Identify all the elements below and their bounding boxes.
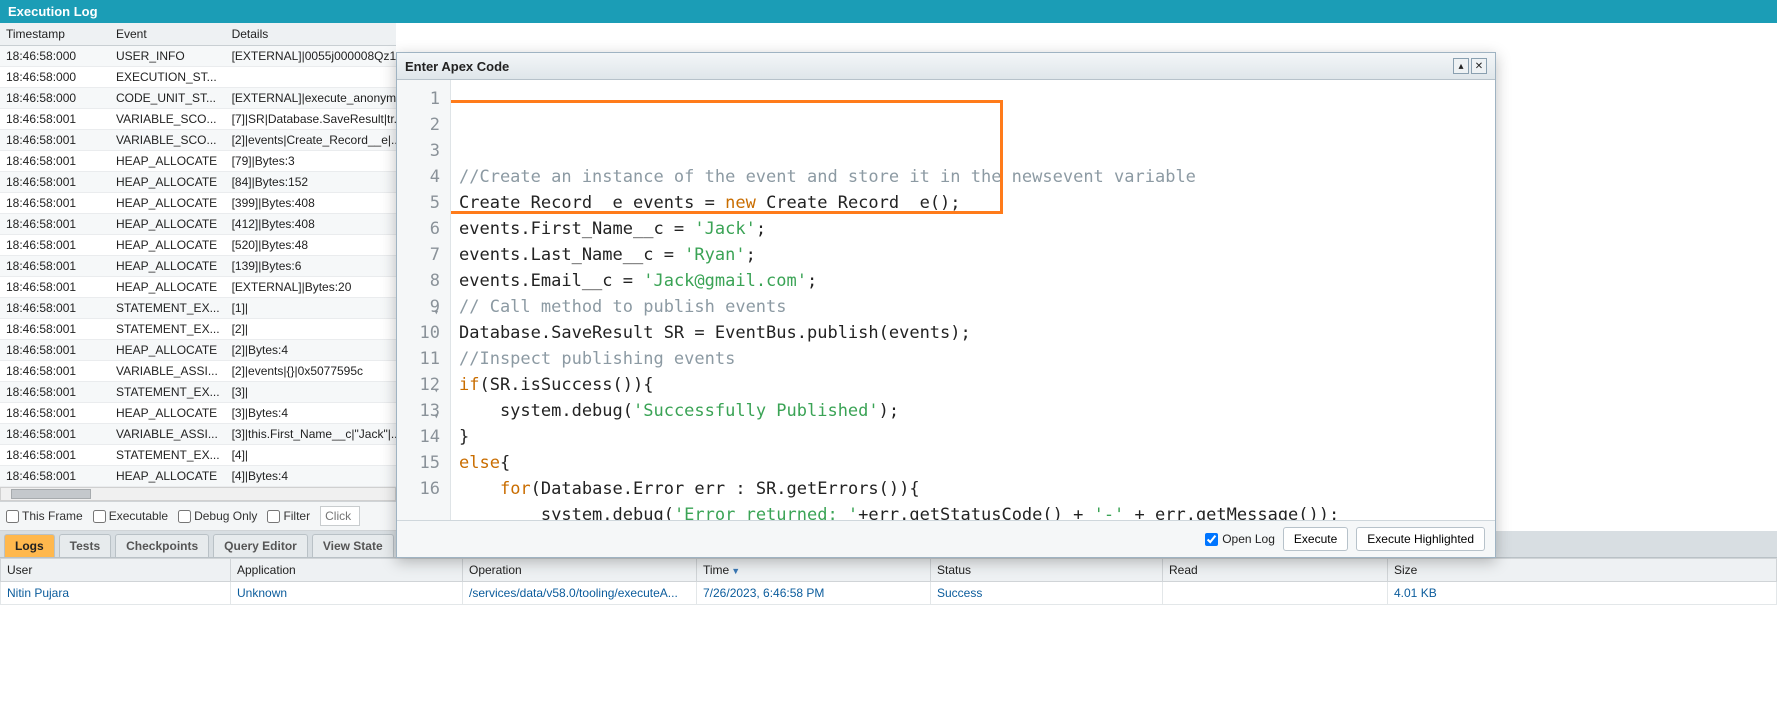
log-row[interactable]: 18:46:58:001HEAP_ALLOCATE[412]|Bytes:408 — [0, 214, 396, 235]
log-row[interactable]: 18:46:58:001VARIABLE_ASSI...[2]|events|{… — [0, 361, 396, 382]
col-event[interactable]: Event — [110, 23, 226, 46]
log-row[interactable]: 18:46:58:001HEAP_ALLOCATE[520]|Bytes:48 — [0, 235, 396, 256]
tab-checkpoints[interactable]: Checkpoints — [115, 534, 209, 557]
code-line[interactable]: for(Database.Error err : SR.getErrors())… — [459, 476, 1487, 502]
logs-row[interactable]: Nitin Pujara Unknown /services/data/v58.… — [1, 582, 1777, 605]
cell-read — [1163, 582, 1388, 605]
logs-col-application[interactable]: Application — [231, 559, 463, 582]
log-row[interactable]: 18:46:58:000USER_INFO[EXTERNAL]|0055j000… — [0, 46, 396, 67]
code-line[interactable]: //Inspect publishing events — [459, 346, 1487, 372]
logs-col-operation[interactable]: Operation — [463, 559, 697, 582]
code-line[interactable]: Create_Record__e events = new Create_Rec… — [459, 190, 1487, 216]
code-editor[interactable]: 123456789▾101112▾13▾141516 //Create an i… — [397, 80, 1495, 520]
close-icon[interactable]: ✕ — [1471, 58, 1487, 74]
code-line[interactable]: system.debug('Error returned: '+err.getS… — [459, 502, 1487, 520]
code-line[interactable]: //Create an instance of the event and st… — [459, 164, 1487, 190]
log-row[interactable]: 18:46:58:000CODE_UNIT_ST...[EXTERNAL]|ex… — [0, 88, 396, 109]
execution-log-panel: Timestamp Event Details 18:46:58:000USER… — [0, 23, 396, 487]
code-line[interactable]: events.Last_Name__c = 'Ryan'; — [459, 242, 1487, 268]
log-row[interactable]: 18:46:58:001HEAP_ALLOCATE[79]|Bytes:3 — [0, 151, 396, 172]
dialog-title: Enter Apex Code — [405, 59, 509, 74]
sort-desc-icon: ▼ — [731, 566, 740, 576]
cell-application: Unknown — [231, 582, 463, 605]
log-row[interactable]: 18:46:58:001STATEMENT_EX...[2]| — [0, 319, 396, 340]
execution-log-table: Timestamp Event Details 18:46:58:000USER… — [0, 23, 396, 487]
open-log-checkbox[interactable]: Open Log — [1205, 532, 1275, 546]
col-details[interactable]: Details — [226, 23, 396, 46]
logs-col-status[interactable]: Status — [931, 559, 1163, 582]
log-row[interactable]: 18:46:58:001HEAP_ALLOCATE[2]|Bytes:4 — [0, 340, 396, 361]
code-line[interactable]: events.Email__c = 'Jack@gmail.com'; — [459, 268, 1487, 294]
log-row[interactable]: 18:46:58:001STATEMENT_EX...[3]| — [0, 382, 396, 403]
filter-input[interactable] — [320, 506, 360, 526]
code-line[interactable]: system.debug('Successfully Published'); — [459, 398, 1487, 424]
log-toolbar: This Frame Executable Debug Only Filter — [0, 501, 396, 531]
log-row[interactable]: 18:46:58:001VARIABLE_ASSI...[3]|this.Fir… — [0, 424, 396, 445]
code-line[interactable]: events.First_Name__c = 'Jack'; — [459, 216, 1487, 242]
filter-checkbox[interactable]: Filter — [267, 509, 310, 523]
cell-operation: /services/data/v58.0/tooling/executeA... — [463, 582, 697, 605]
log-row[interactable]: 18:46:58:001HEAP_ALLOCATE[84]|Bytes:152 — [0, 172, 396, 193]
cell-status: Success — [931, 582, 1163, 605]
code-line[interactable]: // Call method to publish events — [459, 294, 1487, 320]
log-row[interactable]: 18:46:58:001HEAP_ALLOCATE[3]|Bytes:4 — [0, 403, 396, 424]
logs-col-read[interactable]: Read — [1163, 559, 1388, 582]
log-row[interactable]: 18:46:58:001STATEMENT_EX...[1]| — [0, 298, 396, 319]
cell-time: 7/26/2023, 6:46:58 PM — [697, 582, 931, 605]
log-row[interactable]: 18:46:58:001STATEMENT_EX...[4]| — [0, 445, 396, 466]
execute-highlighted-button[interactable]: Execute Highlighted — [1356, 527, 1485, 551]
logs-col-user[interactable]: User — [1, 559, 231, 582]
log-row[interactable]: 18:46:58:001HEAP_ALLOCATE[EXTERNAL]|Byte… — [0, 277, 396, 298]
log-row[interactable]: 18:46:58:001HEAP_ALLOCATE[139]|Bytes:6 — [0, 256, 396, 277]
code-line[interactable]: Database.SaveResult SR = EventBus.publis… — [459, 320, 1487, 346]
code-line[interactable]: if(SR.isSuccess()){ — [459, 372, 1487, 398]
execute-button[interactable]: Execute — [1283, 527, 1348, 551]
col-timestamp[interactable]: Timestamp — [0, 23, 110, 46]
code-line[interactable]: else{ — [459, 450, 1487, 476]
log-row[interactable]: 18:46:58:001VARIABLE_SCO...[7]|SR|Databa… — [0, 109, 396, 130]
tab-logs[interactable]: Logs — [4, 534, 55, 557]
cell-user: Nitin Pujara — [1, 582, 231, 605]
logs-col-time[interactable]: Time▼ — [697, 559, 931, 582]
code-line[interactable]: } — [459, 424, 1487, 450]
tab-tests[interactable]: Tests — [59, 534, 111, 557]
log-row[interactable]: 18:46:58:000EXECUTION_ST... — [0, 67, 396, 88]
tab-query-editor[interactable]: Query Editor — [213, 534, 308, 557]
cell-size: 4.01 KB — [1388, 582, 1777, 605]
logs-grid: User Application Operation Time▼ Status … — [0, 558, 1777, 605]
collapse-icon[interactable]: ▴ — [1453, 58, 1469, 74]
log-row[interactable]: 18:46:58:001VARIABLE_SCO...[2]|events|Cr… — [0, 130, 396, 151]
enter-apex-code-dialog: Enter Apex Code ▴ ✕ 123456789▾101112▾13▾… — [396, 52, 1496, 558]
tab-view-state[interactable]: View State — [312, 534, 394, 557]
log-row[interactable]: 18:46:58:001HEAP_ALLOCATE[4]|Bytes:4 — [0, 466, 396, 487]
this-frame-checkbox[interactable]: This Frame — [6, 509, 83, 523]
log-row[interactable]: 18:46:58:001HEAP_ALLOCATE[399]|Bytes:408 — [0, 193, 396, 214]
debug-only-checkbox[interactable]: Debug Only — [178, 509, 257, 523]
executable-checkbox[interactable]: Executable — [93, 509, 168, 523]
horizontal-scrollbar[interactable] — [0, 487, 396, 501]
panel-title: Execution Log — [0, 0, 1777, 23]
logs-col-size[interactable]: Size — [1388, 559, 1777, 582]
